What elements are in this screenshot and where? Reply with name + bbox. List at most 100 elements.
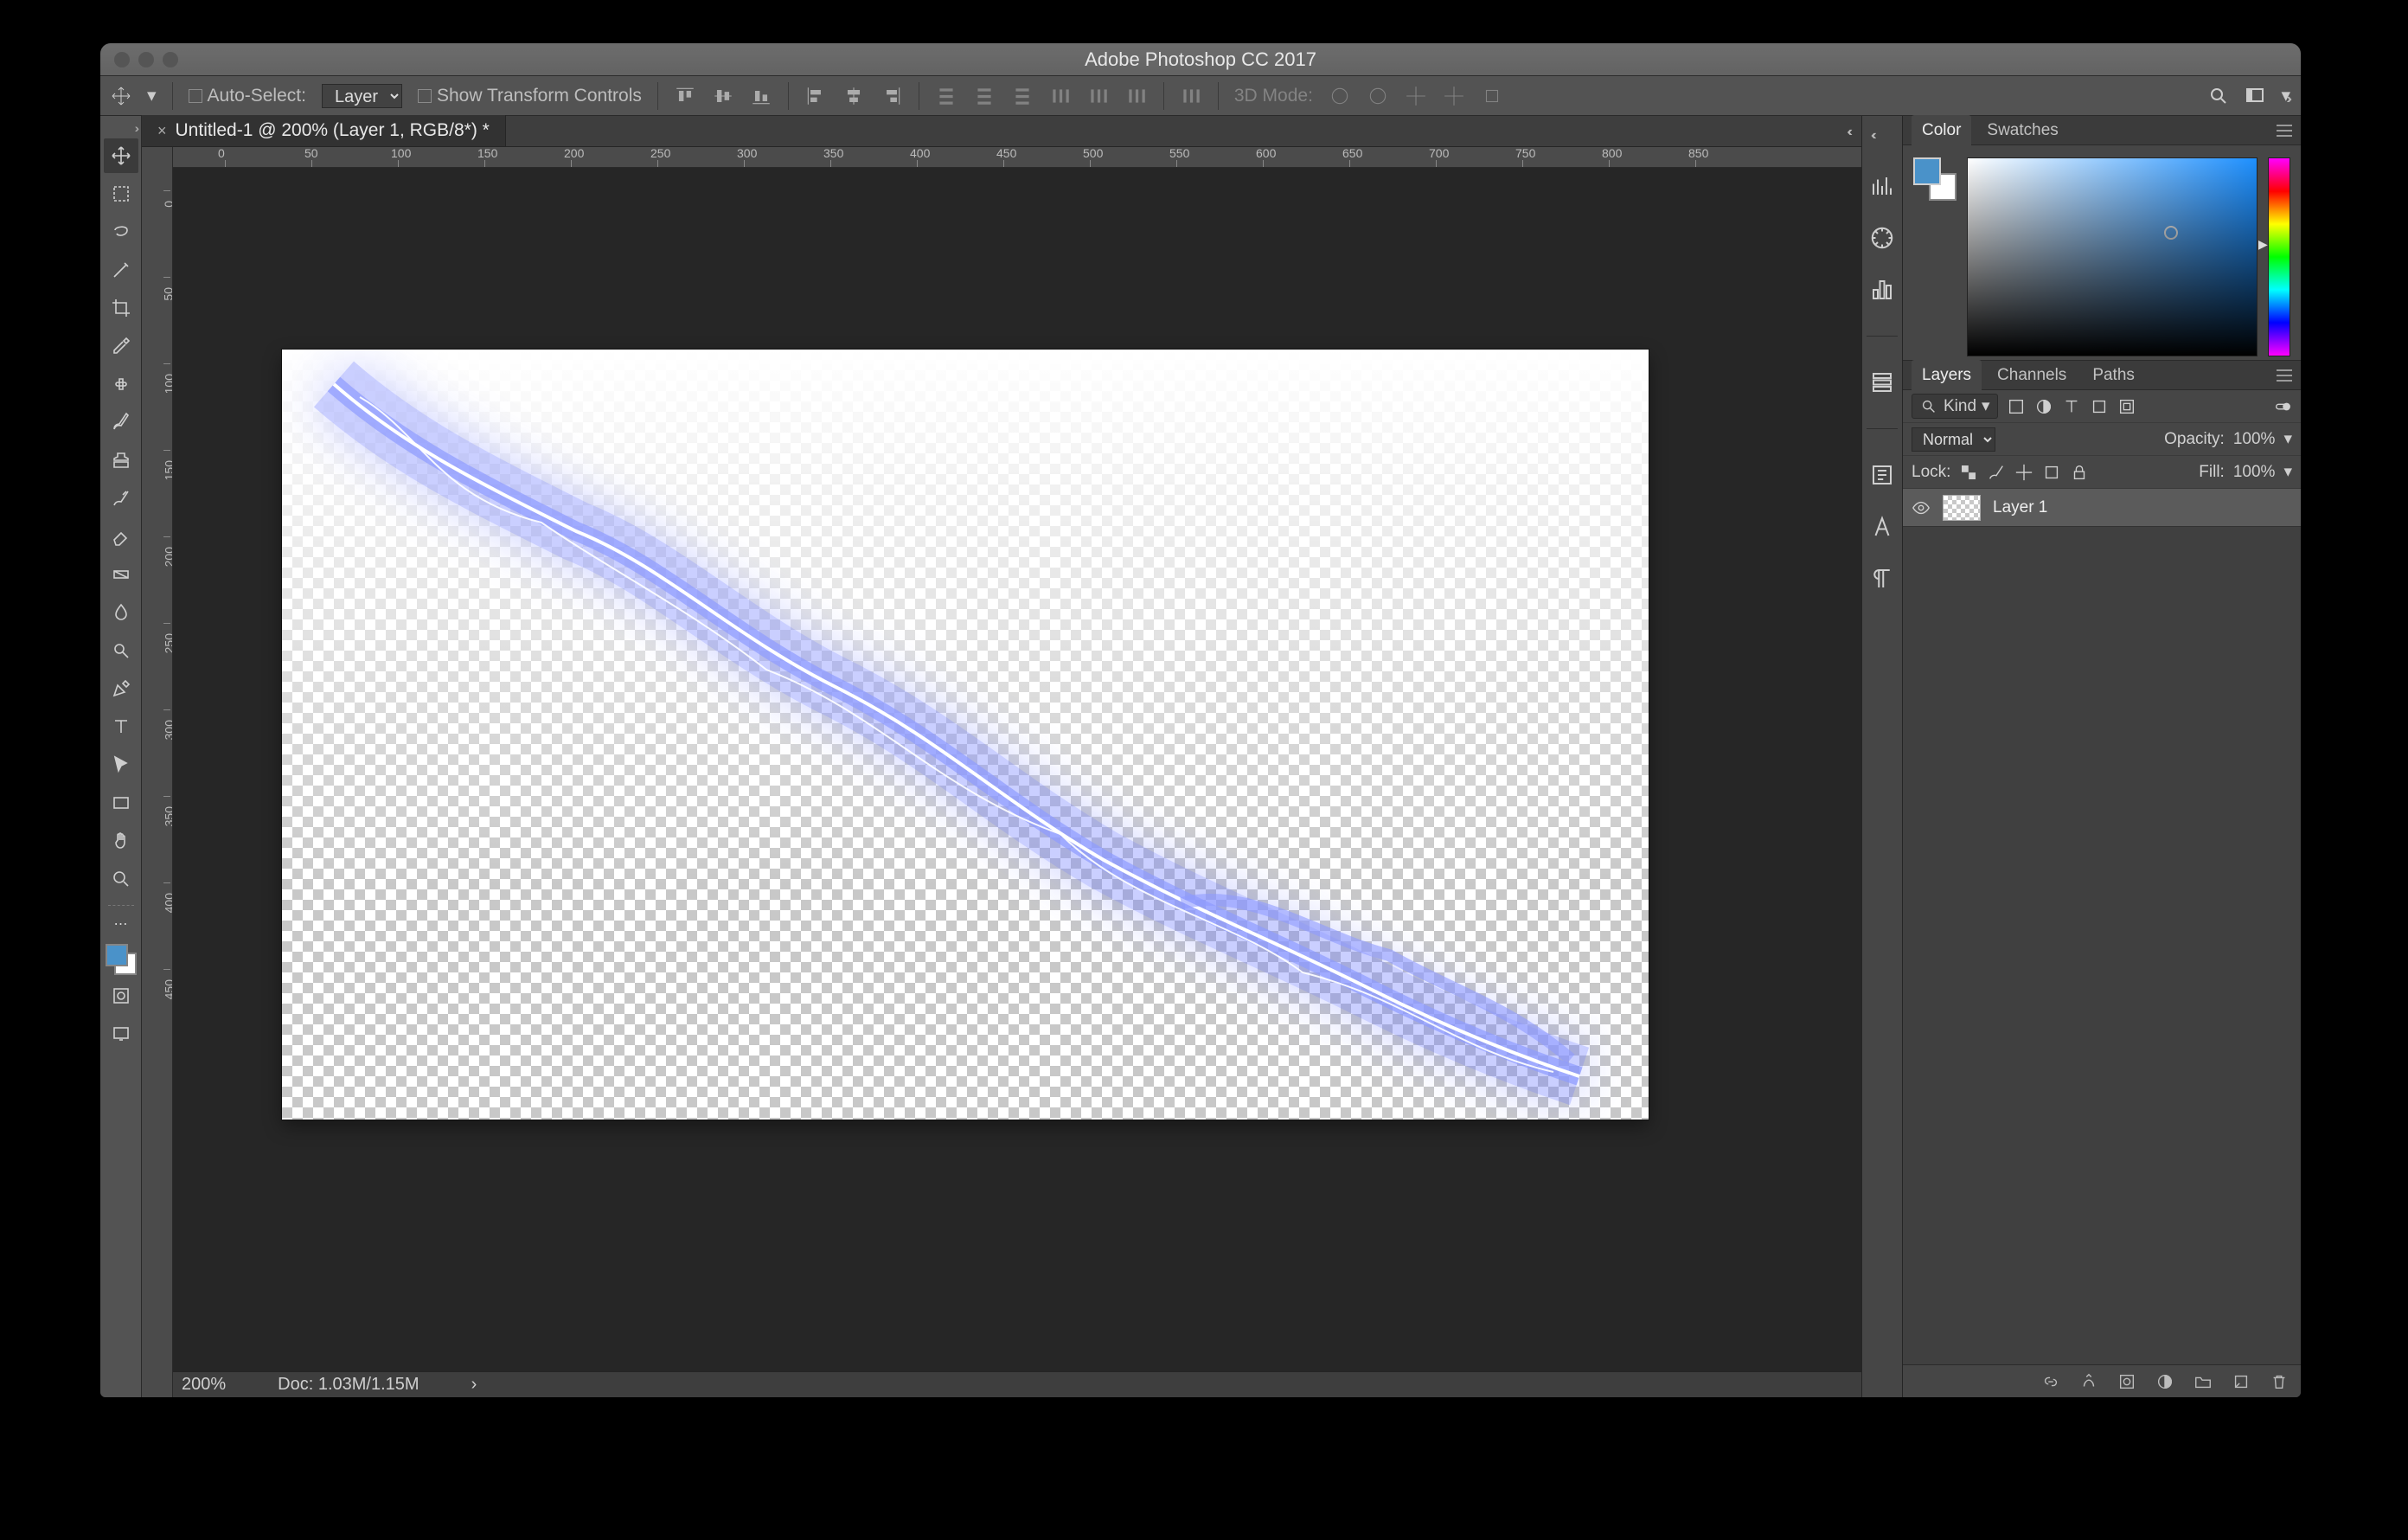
close-traffic-light[interactable]	[114, 52, 130, 67]
layer-name[interactable]: Layer 1	[1993, 498, 2047, 517]
distribute-hcenter-icon[interactable]	[1087, 85, 1110, 107]
tab-color[interactable]: Color	[1912, 115, 1971, 146]
edit-toolbar-icon[interactable]: ⋯	[104, 914, 138, 934]
new-layer-icon[interactable]	[2232, 1372, 2251, 1391]
opacity-value[interactable]: 100%	[2233, 430, 2276, 449]
marquee-tool[interactable]	[104, 176, 138, 211]
expand-panels-icon[interactable]: ‹‹	[1862, 128, 1873, 144]
align-right-edges-icon[interactable]	[881, 85, 903, 107]
link-layers-icon[interactable]	[2041, 1372, 2060, 1391]
color-swatch-pair[interactable]	[1913, 157, 1956, 201]
align-bottom-edges-icon[interactable]	[750, 85, 772, 107]
distribute-right-icon[interactable]	[1125, 85, 1148, 107]
panel-foreground-swatch[interactable]	[1913, 157, 1941, 185]
paragraph-panel-icon[interactable]	[1869, 566, 1895, 592]
panel-menu-icon[interactable]	[2277, 369, 2292, 382]
auto-select-checkbox[interactable]: Auto-Select:	[189, 86, 306, 106]
tab-swatches[interactable]: Swatches	[1976, 115, 2068, 146]
distribute-top-icon[interactable]	[935, 85, 957, 107]
screen-mode-icon[interactable]	[2245, 86, 2265, 106]
layer-mask-icon[interactable]	[2117, 1372, 2136, 1391]
fill-value[interactable]: 100%	[2233, 463, 2276, 482]
layer-style-icon[interactable]	[2079, 1372, 2098, 1391]
search-icon[interactable]	[2208, 86, 2229, 106]
visibility-icon[interactable]	[1912, 498, 1931, 517]
ruler-vertical[interactable]: 050100150200250300350400450	[142, 147, 173, 1397]
group-icon[interactable]	[2193, 1372, 2213, 1391]
tab-paths[interactable]: Paths	[2082, 360, 2145, 391]
crop-tool[interactable]	[104, 291, 138, 325]
filter-pixel-icon[interactable]	[2007, 397, 2026, 416]
lock-transparency-icon[interactable]	[1959, 463, 1978, 482]
status-arrow-icon[interactable]: ›	[471, 1375, 477, 1395]
panel-collapse-right-icon[interactable]: ››	[2286, 92, 2289, 107]
quick-mask-icon[interactable]	[104, 979, 138, 1013]
hand-tool[interactable]	[104, 824, 138, 858]
lock-all-icon[interactable]	[2070, 463, 2089, 482]
color-swatch-toggle[interactable]	[106, 944, 137, 975]
align-top-edges-icon[interactable]	[674, 85, 696, 107]
eyedropper-tool[interactable]	[104, 329, 138, 363]
screen-mode-tool-icon[interactable]	[104, 1017, 138, 1051]
panel-menu-icon[interactable]	[2277, 125, 2292, 137]
distribute-left-icon[interactable]	[1049, 85, 1072, 107]
zoom-tool[interactable]	[104, 862, 138, 896]
distribute-vcenter-icon[interactable]	[973, 85, 996, 107]
align-horizontal-centers-icon[interactable]	[842, 85, 865, 107]
libraries-panel-icon[interactable]	[1869, 369, 1895, 395]
gradient-tool[interactable]	[104, 557, 138, 592]
document-tab[interactable]: × Untitled-1 @ 200% (Layer 1, RGB/8*) *	[142, 115, 506, 146]
tab-channels[interactable]: Channels	[1987, 360, 2077, 391]
adjustment-layer-icon[interactable]	[2155, 1372, 2174, 1391]
ruler-horizontal[interactable]: 0501001502002503003504004505005506006507…	[173, 147, 1861, 168]
lock-artboard-icon[interactable]	[2042, 463, 2061, 482]
filter-adjustment-icon[interactable]	[2034, 397, 2053, 416]
type-tool[interactable]	[104, 709, 138, 744]
filter-smart-icon[interactable]	[2117, 397, 2136, 416]
color-field[interactable]	[1967, 157, 2258, 356]
canvas[interactable]	[282, 350, 1649, 1120]
dodge-tool[interactable]	[104, 633, 138, 668]
minimize-traffic-light[interactable]	[138, 52, 154, 67]
tab-layers[interactable]: Layers	[1912, 360, 1982, 391]
pen-tool[interactable]	[104, 671, 138, 706]
histogram-panel-icon[interactable]	[1869, 173, 1895, 199]
character-panel-icon[interactable]	[1869, 514, 1895, 540]
layer-filter-select[interactable]: Kind ▾	[1912, 394, 1998, 419]
lasso-tool[interactable]	[104, 215, 138, 249]
brush-tool[interactable]	[104, 405, 138, 440]
clone-stamp-tool[interactable]	[104, 443, 138, 478]
filter-shape-icon[interactable]	[2090, 397, 2109, 416]
magic-wand-tool[interactable]	[104, 253, 138, 287]
align-vertical-centers-icon[interactable]	[712, 85, 734, 107]
lock-pixels-icon[interactable]	[1987, 463, 2006, 482]
close-tab-icon[interactable]: ×	[157, 122, 167, 140]
auto-align-icon[interactable]	[1180, 85, 1202, 107]
trash-icon[interactable]	[2270, 1372, 2289, 1391]
show-transform-checkbox[interactable]: Show Transform Controls	[418, 86, 642, 106]
panel-collapse-left-icon[interactable]: ‹‹	[1847, 125, 1849, 140]
layer-row[interactable]: Layer 1	[1903, 489, 2301, 527]
lock-position-icon[interactable]	[2014, 463, 2033, 482]
navigator-panel-icon[interactable]	[1869, 225, 1895, 251]
rectangle-tool[interactable]	[104, 786, 138, 820]
align-left-edges-icon[interactable]	[804, 85, 827, 107]
path-selection-tool[interactable]	[104, 748, 138, 782]
filter-toggle-icon[interactable]	[2273, 397, 2292, 416]
blur-tool[interactable]	[104, 595, 138, 630]
distribute-bottom-icon[interactable]	[1011, 85, 1034, 107]
adjustments-panel-icon[interactable]	[1869, 277, 1895, 303]
hue-slider[interactable]: ▶	[2268, 157, 2290, 356]
zoom-level[interactable]: 200%	[182, 1375, 226, 1395]
healing-brush-tool[interactable]	[104, 367, 138, 401]
layer-thumbnail[interactable]	[1943, 495, 1981, 521]
foreground-swatch[interactable]	[106, 944, 128, 966]
toolbar-collapse-icon[interactable]: ››	[135, 121, 141, 135]
auto-select-target[interactable]: Layer	[322, 84, 402, 108]
blend-mode-select[interactable]: Normal	[1912, 427, 1995, 452]
canvas-viewport[interactable]	[173, 168, 1861, 1371]
properties-panel-icon[interactable]	[1869, 462, 1895, 488]
eraser-tool[interactable]	[104, 519, 138, 554]
doc-size[interactable]: Doc: 1.03M/1.15M	[278, 1375, 419, 1395]
filter-type-icon[interactable]	[2062, 397, 2081, 416]
